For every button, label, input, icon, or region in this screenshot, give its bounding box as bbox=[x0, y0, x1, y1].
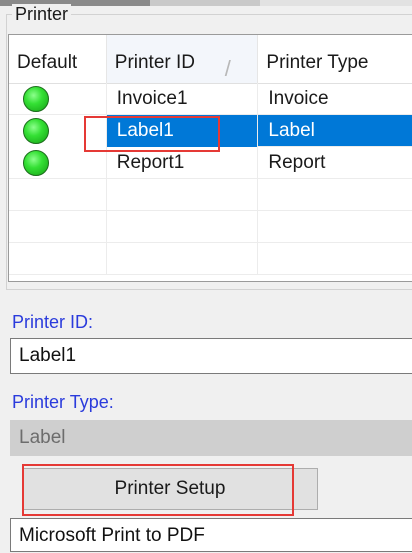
empty-row bbox=[9, 211, 412, 243]
green-status-dot-icon bbox=[23, 86, 49, 112]
empty-cell bbox=[9, 211, 107, 243]
printer-type-label: Printer Type: bbox=[12, 392, 114, 412]
grid-rows: Invoice1 Invoice Label1 Label Report1 Re… bbox=[9, 83, 412, 275]
column-header-printer-type[interactable]: Printer Type bbox=[258, 35, 412, 83]
default-cell bbox=[9, 115, 107, 147]
table-row[interactable]: Report1 Report bbox=[9, 147, 412, 179]
empty-cell bbox=[107, 179, 259, 211]
printer-type-cell: Report bbox=[258, 147, 412, 179]
empty-row bbox=[9, 243, 412, 275]
column-header-default[interactable]: Default bbox=[9, 35, 107, 83]
printer-groupbox-title: Printer bbox=[12, 4, 72, 25]
empty-cell bbox=[258, 179, 412, 211]
printer-id-cell: Label1 bbox=[106, 115, 259, 147]
empty-cell bbox=[107, 243, 259, 275]
empty-cell bbox=[9, 179, 107, 211]
default-cell bbox=[9, 147, 107, 179]
table-row[interactable]: Invoice1 Invoice bbox=[9, 83, 412, 115]
green-status-dot-icon bbox=[23, 118, 49, 144]
printer-type-cell: Label bbox=[258, 115, 412, 147]
printer-grid[interactable]: Default Printer ID / Printer Type Invoic… bbox=[8, 34, 412, 282]
empty-cell bbox=[258, 211, 412, 243]
empty-cell bbox=[258, 243, 412, 275]
printer-id-cell: Report1 bbox=[107, 147, 259, 179]
empty-cell bbox=[9, 243, 107, 275]
green-status-dot-icon bbox=[23, 150, 49, 176]
column-header-printer-id-label: Printer ID bbox=[114, 52, 196, 73]
empty-cell bbox=[107, 211, 259, 243]
printer-id-label: Printer ID: bbox=[12, 312, 94, 332]
grid-header: Default Printer ID / Printer Type bbox=[9, 35, 412, 84]
printer-id-field[interactable]: Label1 bbox=[10, 338, 412, 374]
empty-row bbox=[9, 179, 412, 211]
printer-id-cell: Invoice1 bbox=[107, 83, 259, 115]
default-cell bbox=[9, 83, 107, 115]
printer-name-field[interactable]: Microsoft Print to PDF bbox=[10, 518, 412, 552]
printer-setup-button[interactable]: Printer Setup bbox=[22, 468, 318, 510]
table-row-selected[interactable]: Label1 Label bbox=[9, 115, 412, 147]
printer-type-cell: Invoice bbox=[258, 83, 412, 115]
column-header-printer-id[interactable]: Printer ID / bbox=[106, 35, 259, 83]
printer-type-field: Label bbox=[10, 420, 412, 456]
